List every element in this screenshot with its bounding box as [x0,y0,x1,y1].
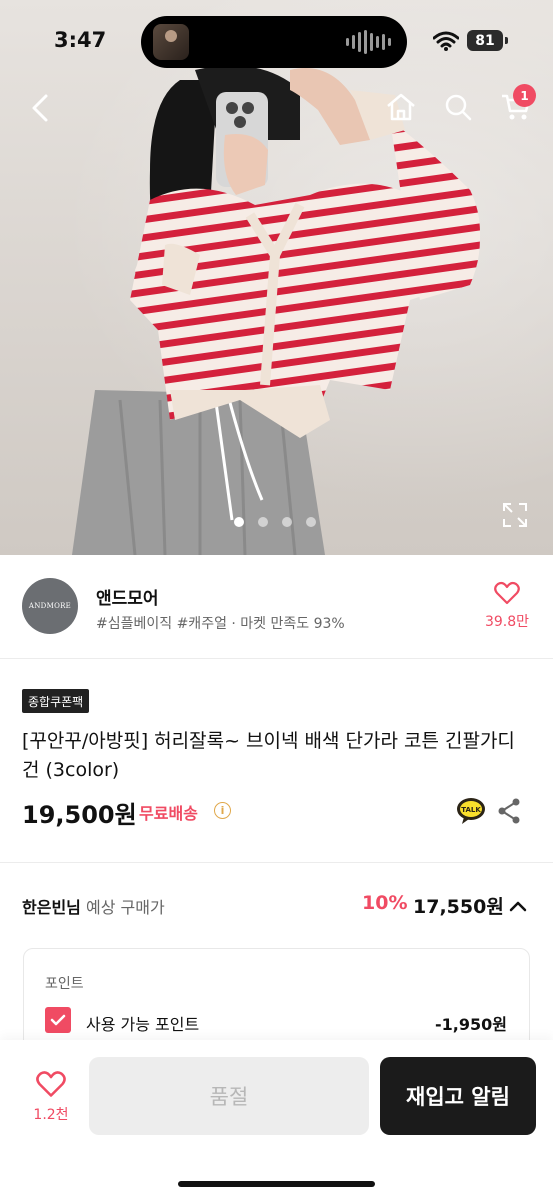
expected-price: 17,550원 [413,896,504,918]
expected-price-label: 예상 구매가 [85,898,165,917]
expand-icon [503,503,527,527]
soldout-button[interactable]: 품절 [89,1057,369,1135]
product-price: 19,500원 [22,801,137,829]
status-bar: 3:47 81 [0,0,553,78]
product-image[interactable] [0,0,553,555]
coupon-badge: 종합쿠폰팩 [22,689,90,713]
back-button[interactable] [22,90,58,126]
member-price-label: 한은빈님 예상 구매가 [22,894,165,918]
section-divider [0,862,553,863]
wifi-icon [433,31,459,51]
shop-info[interactable]: ANDMORE 앤드모어 #심플베이직 #캐주얼 · 마켓 만족도 93% 39… [0,555,553,659]
battery-indicator: 81 [467,30,508,51]
shop-like-count: 39.8만 [484,614,530,630]
product-photo-figure [72,65,480,555]
status-time: 3:47 [54,28,107,52]
shop-tags: #심플베이직 #캐주얼 · 마켓 만족도 93% [96,616,345,632]
cart-count-badge: 1 [513,84,536,107]
heart-icon [494,581,520,605]
home-indicator [178,1181,375,1187]
shop-logo[interactable]: ANDMORE [22,578,78,634]
discount-rate: 10% [362,892,408,914]
carousel-dot[interactable] [282,517,292,527]
dynamic-island[interactable] [141,16,407,68]
member-name: 한은빈님 [22,898,81,917]
available-points-value: -1,950원 [435,1015,507,1034]
audio-wave-icon [346,30,391,54]
home-button[interactable] [383,89,419,125]
bottom-action-bar: 1.2천 품절 재입고 알림 [0,1040,553,1200]
shop-like-button[interactable]: 39.8만 [478,581,536,631]
home-icon [387,93,415,121]
restock-alert-button[interactable]: 재입고 알림 [380,1057,536,1135]
svg-text:TALK: TALK [461,806,481,814]
info-icon[interactable]: i [214,802,231,819]
fullscreen-button[interactable] [500,500,530,530]
free-shipping-label: 무료배송 [139,804,198,823]
search-button[interactable] [440,89,476,125]
heart-icon [36,1071,66,1097]
product-title: [꾸안꾸/아방핏] 허리잘록~ 브이넥 배색 단가라 코튼 긴팔가디건 (3co… [22,730,515,781]
points-checkbox[interactable] [45,1007,71,1033]
share-icon[interactable] [497,798,521,824]
wish-button[interactable]: 1.2천 [26,1070,76,1124]
chevron-left-icon [32,94,48,122]
chevron-up-icon[interactable] [507,895,529,917]
carousel-indicator [234,517,316,527]
now-playing-thumbnail [153,24,189,60]
carousel-dot[interactable] [234,517,244,527]
wish-count: 1.2천 [33,1107,69,1123]
check-icon [50,1014,66,1026]
search-icon [445,94,472,121]
available-points-label: 사용 가능 포인트 [86,1015,200,1034]
shop-name[interactable]: 앤드모어 [96,584,159,609]
carousel-dot[interactable] [258,517,268,527]
points-section-label: 포인트 [45,976,84,992]
carousel-dot[interactable] [306,517,316,527]
kakao-talk-icon[interactable]: TALK [456,797,486,825]
